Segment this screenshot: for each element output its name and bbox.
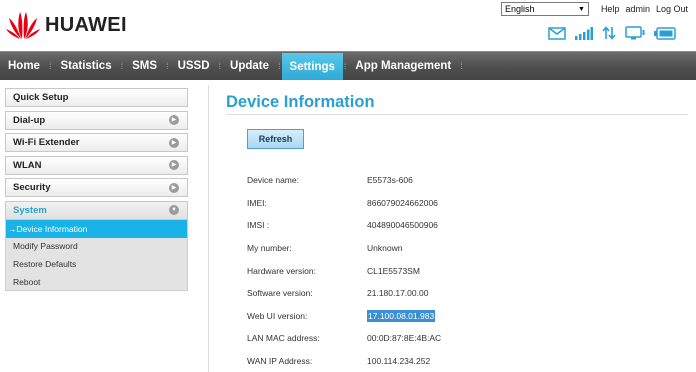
info-value: Unknown [367,243,403,254]
submenu-restore-defaults[interactable]: Restore Defaults [6,255,187,273]
dropdown-arrow-icon: ▼ [578,5,585,13]
info-value: 866079024662006 [367,197,438,208]
help-link[interactable]: Help [601,4,620,14]
sidebar-item-quick-setup[interactable]: Quick Setup [5,88,188,107]
message-icon[interactable] [548,26,566,40]
info-row-software-version: Software version: 21.180.17.00.00 [247,282,441,305]
info-row-imsi: IMSI : 404890046500906 [247,214,441,237]
info-label: Hardware version: [247,265,316,276]
info-label: Web UI version: [247,310,308,321]
sidebar-item-dial-up[interactable]: Dial-up ▶ [5,110,188,130]
info-value-selected[interactable]: 17.100.08.01.983 [367,309,436,322]
active-arrow-icon: → [8,223,17,234]
info-value: E5573s-606 [367,175,413,186]
info-row-my-number: My number: Unknown [247,237,441,260]
submenu-label: Device Information [16,223,88,234]
sidebar-item-system[interactable]: System ▼ [5,200,188,220]
info-row-web-ui-version: Web UI version: 17.100.08.01.983 [247,305,441,328]
info-label: WAN IP Address: [247,356,313,367]
info-label: IMEI: [247,197,267,208]
device-info-table: Device name: E5573s-606 IMEI: 8660790246… [247,169,441,372]
nav-home[interactable]: Home [0,52,48,81]
refresh-button[interactable]: Refresh [247,129,304,149]
sidebar-item-label: Dial-up [13,114,46,126]
sidebar-item-wifi-extender[interactable]: Wi-Fi Extender ▶ [5,133,188,153]
sidebar-item-label: System [13,204,47,216]
info-label: Device name: [247,175,299,186]
top-bar: English ▼ Help admin Log Out [500,1,688,17]
brand-name: HUAWEI [45,13,127,36]
submenu-device-information[interactable]: → Device Information [6,219,187,238]
sidebar-item-label: Security [13,182,51,194]
info-row-hardware-version: Hardware version: CL1E5573SM [247,259,441,282]
sidebar-item-wlan[interactable]: WLAN ▶ [5,155,188,175]
info-row-lan-mac: LAN MAC address: 00:0D:87:8E:4B:AC [247,327,441,350]
content-divider [208,85,209,372]
nav-statistics[interactable]: Statistics [52,52,119,81]
expand-arrow-icon: ▶ [169,182,179,193]
sidebar-item-security[interactable]: Security ▶ [5,178,188,198]
expand-arrow-icon: ▶ [169,160,179,171]
info-label: My number: [247,243,292,254]
info-label: IMSI : [247,220,270,231]
battery-icon [654,26,676,40]
admin-link[interactable]: admin [625,4,650,14]
info-row-device-name: Device name: E5573s-606 [247,169,441,192]
nav-app-management[interactable]: App Management [347,52,459,81]
info-row-imei: IMEI: 866079024662006 [247,192,441,215]
system-submenu: → Device Information Modify Password Res… [5,219,188,292]
submenu-modify-password[interactable]: Modify Password [6,238,187,256]
info-value: 21.180.17.00.00 [367,288,429,299]
sidebar-item-label: Quick Setup [13,92,69,103]
logout-link[interactable]: Log Out [656,4,688,14]
nav-separator: ⁞ [460,61,463,71]
info-label: Software version: [247,288,313,299]
expand-arrow-icon: ▶ [169,115,179,126]
title-divider [226,114,688,115]
sidebar: Quick Setup Dial-up ▶ Wi-Fi Extender ▶ W… [5,88,188,292]
header: HUAWEI English ▼ Help admin Log Out [0,0,696,50]
page-title: Device Information [226,93,375,111]
status-icons [548,26,676,40]
data-transfer-icon [602,26,616,40]
nav-update[interactable]: Update [222,52,277,81]
expand-arrow-icon: ▶ [169,137,179,148]
huawei-logo[interactable]: HUAWEI [6,9,127,41]
info-value: CL1E5573SM [367,265,420,276]
info-row-wan-ip: WAN IP Address: 100.114.234.252 [247,350,441,372]
huawei-flower-icon [6,12,40,39]
signal-icon [575,26,593,40]
nav-sms[interactable]: SMS [124,52,165,81]
language-value: English [504,4,535,14]
info-value: 404890046500906 [367,220,438,231]
sidebar-item-label: WLAN [13,159,42,171]
submenu-reboot[interactable]: Reboot [6,273,187,291]
info-label: LAN MAC address: [247,333,320,344]
nav-settings[interactable]: Settings [281,53,343,80]
main-nav: Home ⁞ Statistics ⁞ SMS ⁞ USSD ⁞ Update … [0,51,696,80]
info-value: 100.114.234.252 [367,356,431,367]
collapse-arrow-icon: ▼ [169,205,179,216]
language-select[interactable]: English ▼ [500,2,589,16]
nav-ussd[interactable]: USSD [170,52,218,81]
info-value: 00:0D:87:8E:4B:AC [367,333,442,344]
wifi-device-icon [625,26,645,40]
sidebar-item-label: Wi-Fi Extender [13,137,80,149]
